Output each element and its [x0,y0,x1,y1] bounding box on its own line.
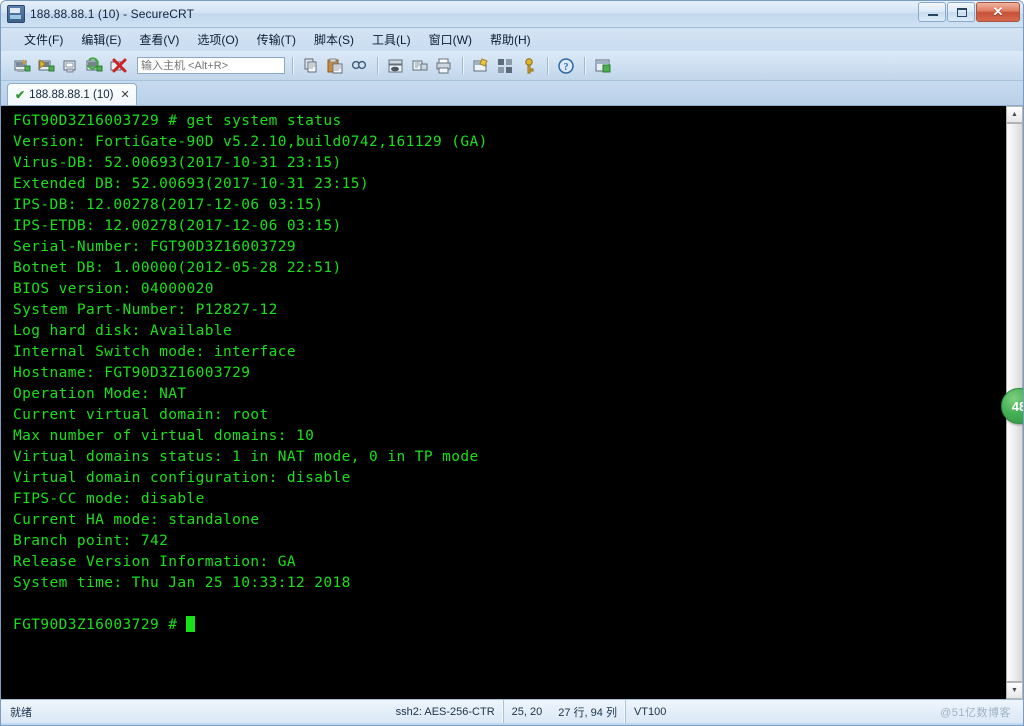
reconnect-icon[interactable] [83,55,105,77]
terminal-line: System time: Thu Jan 25 10:33:12 2018 [13,575,351,591]
securecrt-app-icon [7,5,25,23]
terminal-line: FGT90D3Z16003729 # get system status [13,113,342,129]
log-session-icon[interactable] [385,55,407,77]
menu-view[interactable]: 查看(V) [130,29,188,50]
terminal-line: Botnet DB: 1.00000(2012-05-28 22:51) [13,260,342,276]
tab-label: 188.88.88.1 (10) [29,88,114,101]
restore-icon [957,8,967,17]
print-selection-icon[interactable] [409,55,431,77]
terminal-line: Operation Mode: NAT [13,386,187,402]
terminal-line: System Part-Number: P12827-12 [13,302,278,318]
terminal-line: Version: FortiGate-90D v5.2.10,build0742… [13,134,488,150]
toolbar-separator-4 [547,56,548,75]
window-title: 188.88.88.1 (10) - SecureCRT [30,7,194,21]
paste-icon[interactable] [324,55,346,77]
toolbar-separator-5 [584,56,585,75]
terminal-prompt-text: FGT90D3Z16003729 # [13,617,187,633]
minimize-button[interactable] [918,2,946,22]
terminal-cursor [186,616,196,632]
terminal-line: BIOS version: 04000020 [13,281,214,297]
terminal-line: Max number of virtual domains: 10 [13,428,315,444]
minimize-icon [928,14,938,16]
terminal-line: Virtual domains status: 1 in NAT mode, 0… [13,449,479,465]
terminal-line: IPS-DB: 12.00278(2017-12-06 03:15) [13,197,324,213]
terminal-line: Current HA mode: standalone [13,512,260,528]
help-icon[interactable]: ? [555,55,577,77]
status-cursor-position: 25, 20 [502,700,551,723]
toolbar: ? [1,51,1023,81]
menu-help[interactable]: 帮助(H) [481,29,540,50]
scrollbar-down-icon[interactable]: ▼ [1006,682,1023,699]
svg-text:?: ? [564,62,569,73]
terminal-line: FIPS-CC mode: disable [13,491,205,507]
status-dimensions: 27 行, 94 列 [558,706,617,719]
terminal-line: Release Version Information: GA [13,554,297,570]
terminal-line: Current virtual domain: root [13,407,269,423]
tab-strip: ✔ 188.88.88.1 (10) ✕ [1,81,1023,105]
menu-bar: 文件(F) 编辑(E) 查看(V) 选项(O) 传输(T) 脚本(S) 工具(L… [1,28,1023,51]
menu-transfer[interactable]: 传输(T) [248,29,305,50]
terminal-prompt-line: FGT90D3Z16003729 # [13,615,1005,636]
toolbar-separator-3 [462,56,463,75]
status-protocol: ssh2: AES-256-CTR [395,705,495,718]
terminal-output[interactable]: FGT90D3Z16003729 # get system status Ver… [1,106,1005,699]
new-session-icon[interactable] [11,55,33,77]
global-options-icon[interactable] [494,55,516,77]
connect-session-icon[interactable] [35,55,57,77]
terminal-line: Branch point: 742 [13,533,169,549]
close-button[interactable]: ✕ [976,2,1020,22]
terminal-line: Virus-DB: 52.00693(2017-10-31 23:15) [13,155,342,171]
clone-session-icon[interactable] [59,55,81,77]
status-bar: 就绪 ssh2: AES-256-CTR 25, 20 27 行, 94 列 V… [1,699,1023,723]
print-icon[interactable] [433,55,455,77]
securecrt-window: 188.88.88.1 (10) - SecureCRT ✕ 文件(F) 编辑(… [0,0,1024,726]
toolbar-separator-2 [377,56,378,75]
menu-script[interactable]: 脚本(S) [305,29,363,50]
terminal-line: Log hard disk: Available [13,323,233,339]
disconnect-icon[interactable] [107,55,129,77]
terminal-area: FGT90D3Z16003729 # get system status Ver… [1,105,1023,699]
terminal-line: Virtual domain configuration: disable [13,470,351,486]
terminal-line: Internal Switch mode: interface [13,344,297,360]
copy-icon[interactable] [300,55,322,77]
arrange-windows-icon[interactable] [592,55,614,77]
terminal-line: Extended DB: 52.00693(2017-10-31 23:15) [13,176,370,192]
host-input[interactable] [137,57,285,74]
menu-options[interactable]: 选项(O) [188,29,247,50]
menu-file[interactable]: 文件(F) [15,29,72,50]
key-icon[interactable] [518,55,540,77]
connected-check-icon: ✔ [15,87,26,102]
menu-edit[interactable]: 编辑(E) [72,29,130,50]
watermark-text: @51亿数博客 [940,707,1011,719]
terminal-line: Serial-Number: FGT90D3Z16003729 [13,239,297,255]
find-icon[interactable] [348,55,370,77]
close-icon: ✕ [992,4,1004,19]
session-options-icon[interactable] [470,55,492,77]
menu-window[interactable]: 窗口(W) [420,29,481,50]
maximize-button[interactable] [947,2,975,22]
menu-tools[interactable]: 工具(L) [363,29,420,50]
window-controls: ✕ [918,2,1020,22]
title-bar: 188.88.88.1 (10) - SecureCRT ✕ [1,1,1023,28]
tab-close-icon[interactable]: ✕ [120,88,129,101]
terminal-line: IPS-ETDB: 12.00278(2017-12-06 03:15) [13,218,342,234]
toolbar-separator-1 [292,56,293,75]
terminal-line: Hostname: FGT90D3Z16003729 [13,365,251,381]
scrollbar-up-icon[interactable]: ▲ [1006,106,1023,123]
status-ready: 就绪 [10,706,32,719]
tab-session-188-88-88-1[interactable]: ✔ 188.88.88.1 (10) ✕ [7,83,137,105]
status-emulation: VT100 [624,700,674,723]
